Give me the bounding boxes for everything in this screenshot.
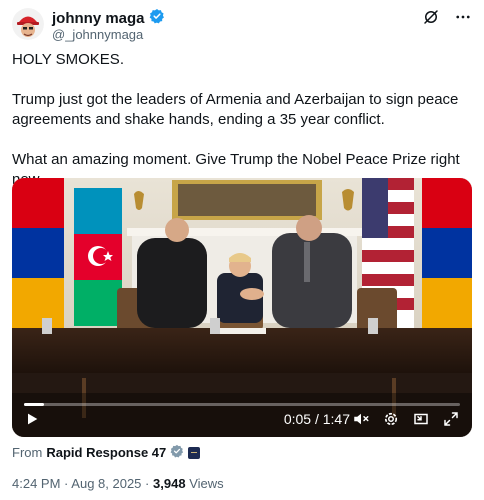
video-progress-bar[interactable] (24, 403, 460, 406)
verified-badge-icon (149, 8, 165, 29)
tweet-meta: 4:24 PM · Aug 8, 2025 · 3,948 Views (12, 476, 224, 491)
more-dots-icon[interactable] (454, 8, 472, 26)
tweet-paragraph: HOLY SMOKES. (12, 51, 124, 68)
video-progress-fill (24, 403, 45, 406)
views-label: Views (189, 476, 224, 491)
settings-icon[interactable] (382, 410, 400, 428)
meta-separator: · (64, 476, 69, 491)
pip-icon[interactable] (412, 410, 430, 428)
video-frame (12, 178, 472, 437)
video-player[interactable]: 0:05 / 1:47 (12, 178, 472, 437)
source-prefix: From (12, 445, 43, 460)
video-duration: 1:47 (322, 411, 350, 427)
tweet-header: johnny maga @_johnnymaga (12, 6, 472, 42)
tweet-paragraph: Trump just got the leaders of Armenia an… (12, 91, 459, 128)
source-name[interactable]: Rapid Response 47 (46, 445, 166, 460)
author-display-name[interactable]: johnny maga (52, 10, 145, 27)
video-time-separator: / (311, 411, 323, 427)
mute-icon[interactable] (352, 410, 370, 428)
author-handle[interactable]: @_johnnymaga (52, 27, 143, 42)
source-attribution: From Rapid Response 47 (12, 444, 201, 461)
play-icon[interactable] (24, 411, 40, 432)
grok-icon[interactable] (422, 8, 440, 26)
video-current-time: 0:05 (283, 411, 312, 427)
video-controls: 0:05 / 1:47 (12, 401, 472, 437)
tweet-time[interactable]: 4:24 PM (12, 476, 60, 491)
video-time: 0:05 / 1:47 (284, 411, 350, 427)
meta-separator: · (145, 476, 150, 491)
government-affiliate-icon (188, 446, 201, 459)
avatar-red-cap-icon (12, 8, 44, 40)
tweet-date[interactable]: Aug 8, 2025 (71, 476, 141, 491)
avatar[interactable] (12, 8, 44, 40)
gray-verified-badge-icon (170, 444, 184, 461)
views-count: 3,948 (153, 476, 186, 491)
fullscreen-icon[interactable] (442, 410, 460, 428)
